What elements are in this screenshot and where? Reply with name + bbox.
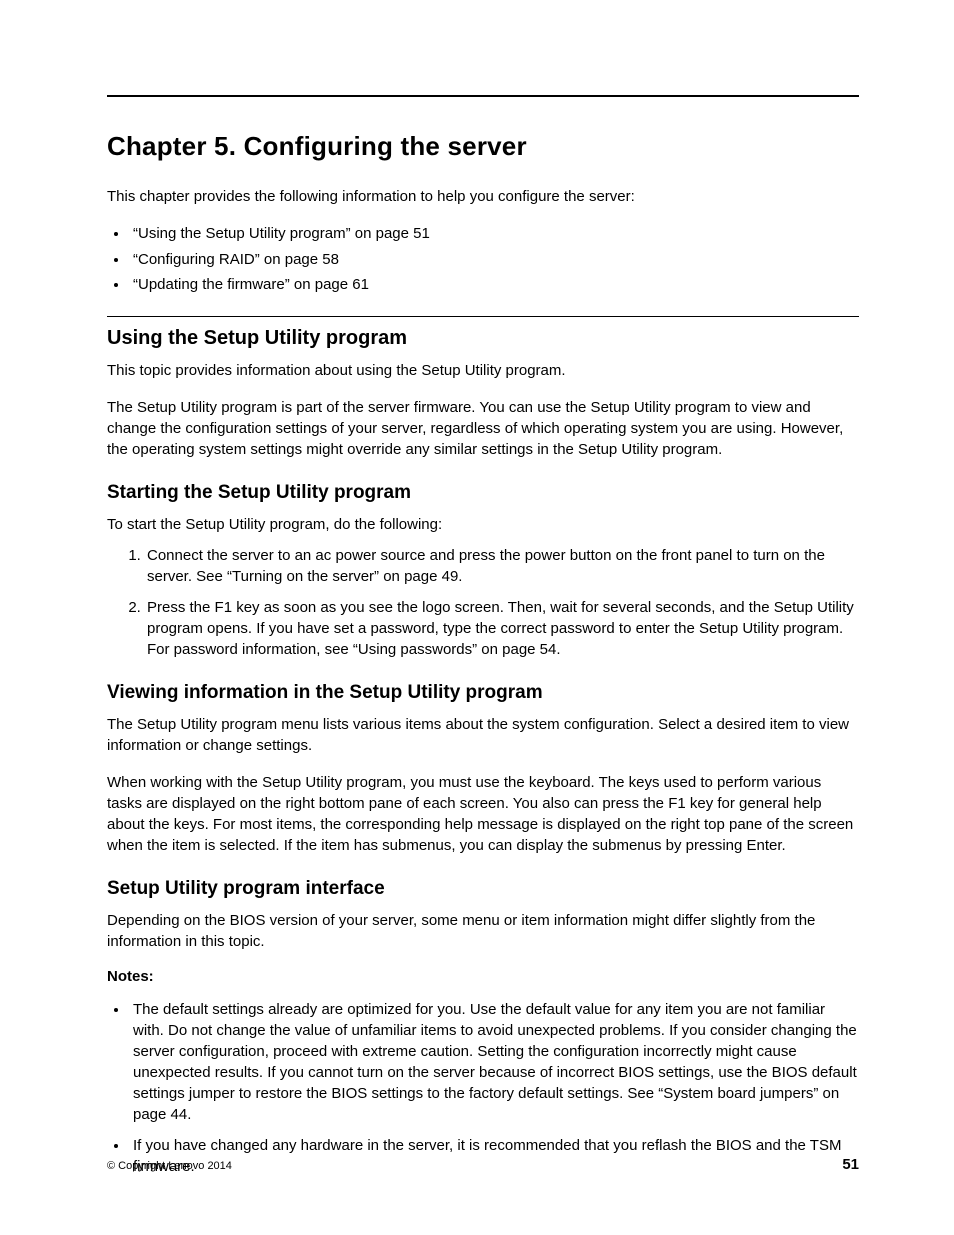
subsection-heading-viewing: Viewing information in the Setup Utility… [107,682,859,704]
intro-paragraph: This chapter provides the following info… [107,186,859,207]
body-paragraph: This topic provides information about us… [107,360,859,381]
subsection-heading-starting: Starting the Setup Utility program [107,482,859,504]
step-item: Press the F1 key as soon as you see the … [145,597,859,660]
top-rule [107,95,859,97]
notes-label: Notes: [107,968,859,985]
steps-list: Connect the server to an ac power source… [107,545,859,660]
body-paragraph: Depending on the BIOS version of your se… [107,910,859,952]
toc-item: “Using the Setup Utility program” on pag… [129,221,859,247]
section-heading-using-setup: Using the Setup Utility program [107,327,859,350]
body-paragraph: The Setup Utility program is part of the… [107,397,859,460]
document-page: Chapter 5. Configuring the server This c… [0,0,954,1235]
chapter-title: Chapter 5. Configuring the server [107,131,859,162]
toc-item: “Configuring RAID” on page 58 [129,247,859,273]
subsection-heading-interface: Setup Utility program interface [107,878,859,900]
body-paragraph: The Setup Utility program menu lists var… [107,714,859,756]
section-rule [107,316,859,317]
toc-list: “Using the Setup Utility program” on pag… [107,221,859,298]
copyright-text: © Copyright Lenovo 2014 [107,1160,232,1172]
note-item: The default settings already are optimiz… [129,999,859,1125]
body-paragraph: When working with the Setup Utility prog… [107,772,859,856]
page-number: 51 [842,1156,859,1173]
body-paragraph: To start the Setup Utility program, do t… [107,514,859,535]
toc-item: “Updating the firmware” on page 61 [129,272,859,298]
page-footer: © Copyright Lenovo 2014 51 [107,1156,859,1173]
notes-list: The default settings already are optimiz… [107,999,859,1177]
step-item: Connect the server to an ac power source… [145,545,859,587]
